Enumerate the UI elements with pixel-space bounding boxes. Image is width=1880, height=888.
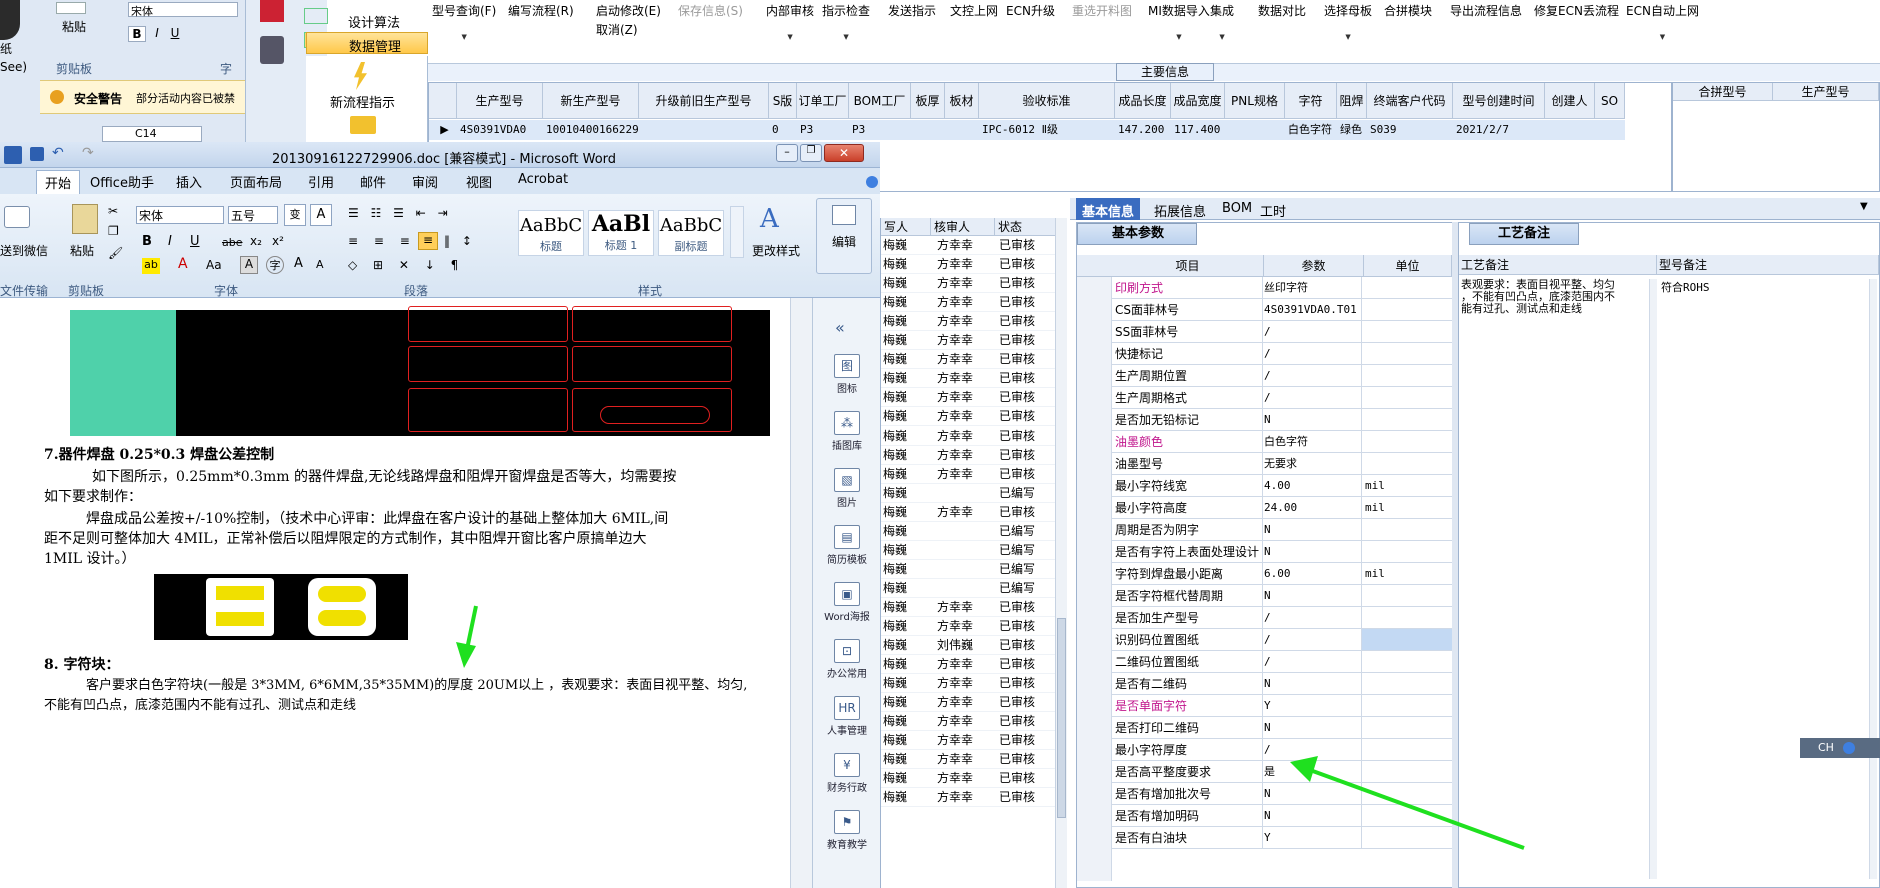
annotation-arrow-param — [1290, 756, 1525, 850]
annotation-arrow-doc — [456, 605, 478, 668]
annotation-overlay — [456, 605, 1525, 850]
